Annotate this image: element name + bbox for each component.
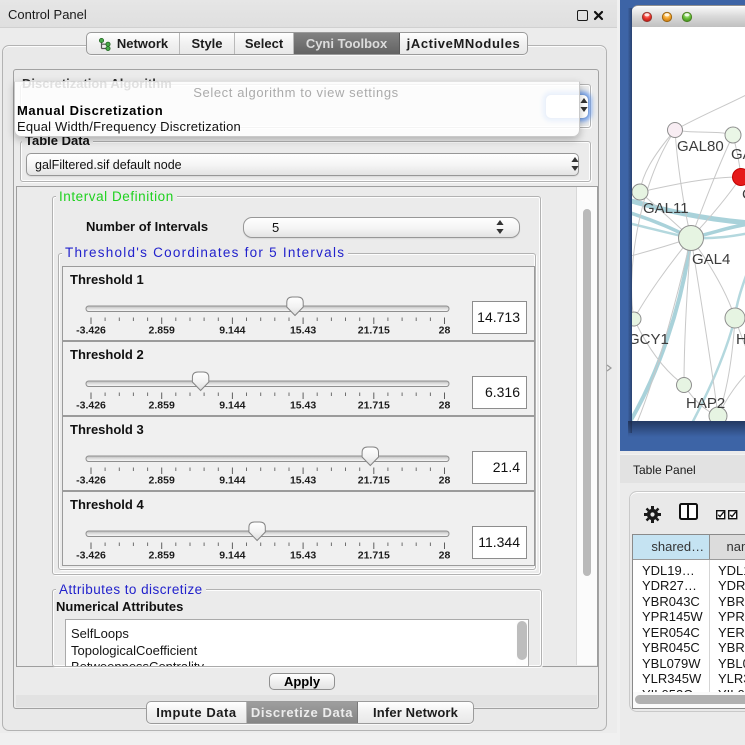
svg-text:2.859: 2.859 xyxy=(149,550,175,562)
svg-text:21.715: 21.715 xyxy=(358,475,390,487)
svg-text:2.859: 2.859 xyxy=(149,475,175,487)
svg-text:-3.426: -3.426 xyxy=(76,550,106,562)
svg-text:28: 28 xyxy=(439,550,451,562)
svg-text:9.144: 9.144 xyxy=(219,550,245,562)
svg-text:-3.426: -3.426 xyxy=(76,475,106,487)
svg-text:GCY1: GCY1 xyxy=(632,331,669,348)
svg-text:2.859: 2.859 xyxy=(149,400,175,412)
svg-text:2.859: 2.859 xyxy=(149,325,175,337)
svg-text:-3.426: -3.426 xyxy=(76,325,106,337)
svg-text:GAL80: GAL80 xyxy=(677,138,724,155)
svg-text:15.43: 15.43 xyxy=(290,325,316,337)
svg-text:21.715: 21.715 xyxy=(358,550,390,562)
svg-text:HIS7: HIS7 xyxy=(736,331,745,348)
svg-text:-3.426: -3.426 xyxy=(76,400,106,412)
svg-text:15.43: 15.43 xyxy=(290,475,316,487)
svg-text:GAL7: GAL7 xyxy=(731,146,745,163)
svg-text:21.715: 21.715 xyxy=(358,400,390,412)
svg-text:15.43: 15.43 xyxy=(290,400,316,412)
svg-text:9.144: 9.144 xyxy=(219,475,245,487)
svg-text:21.715: 21.715 xyxy=(358,325,390,337)
svg-text:GAL4: GAL4 xyxy=(692,251,730,268)
svg-text:9.144: 9.144 xyxy=(219,400,245,412)
svg-text:9.144: 9.144 xyxy=(219,325,245,337)
svg-text:28: 28 xyxy=(439,400,451,412)
svg-text:28: 28 xyxy=(439,325,451,337)
svg-text:28: 28 xyxy=(439,475,451,487)
svg-text:HAP2: HAP2 xyxy=(686,395,725,412)
svg-text:GAL11: GAL11 xyxy=(643,200,689,217)
svg-text:15.43: 15.43 xyxy=(290,550,316,562)
